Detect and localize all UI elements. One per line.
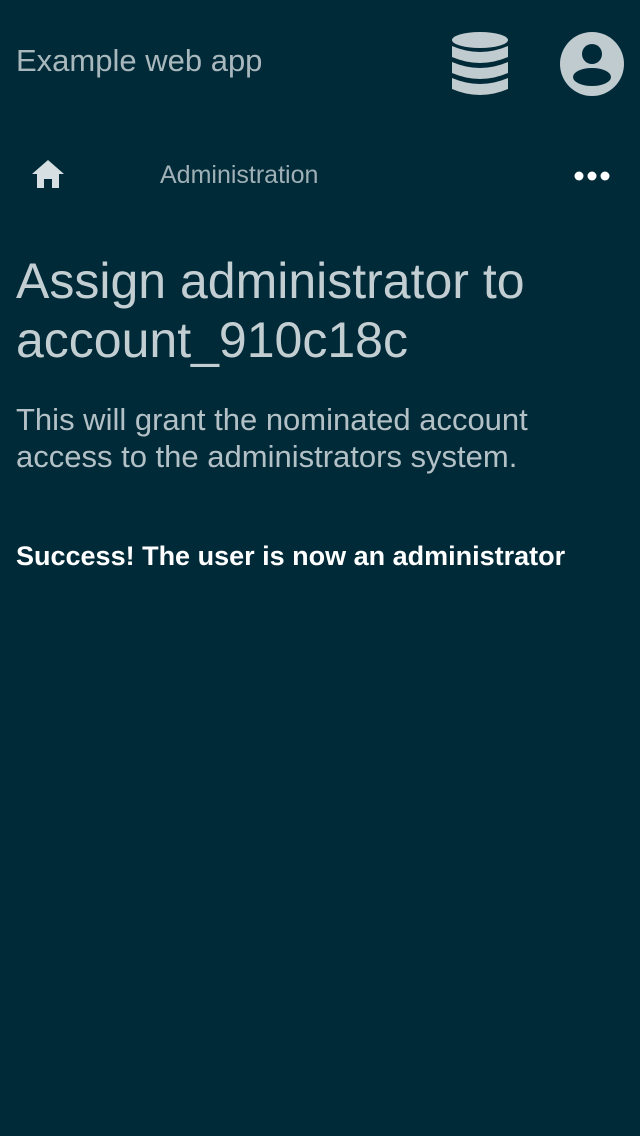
page-title: Assign administrator to account_910c18c <box>16 253 525 368</box>
success-message: Success! The user is now an administrato… <box>16 541 566 571</box>
home-icon <box>32 160 64 188</box>
database-icon <box>452 32 508 95</box>
app-header: Example web app <box>0 0 640 124</box>
account-circle-icon <box>560 32 624 96</box>
home-button[interactable] <box>26 152 70 196</box>
database-button[interactable] <box>446 28 514 100</box>
account-button[interactable] <box>556 28 628 100</box>
breadcrumb-administration[interactable]: Administration <box>160 159 318 191</box>
page-description: This will grant the nominated account ac… <box>16 402 528 474</box>
app-title: Example web app <box>16 43 263 78</box>
more-horizontal-icon <box>574 171 610 181</box>
nav-bar: Administration <box>0 146 640 206</box>
more-options-button[interactable] <box>566 154 618 198</box>
